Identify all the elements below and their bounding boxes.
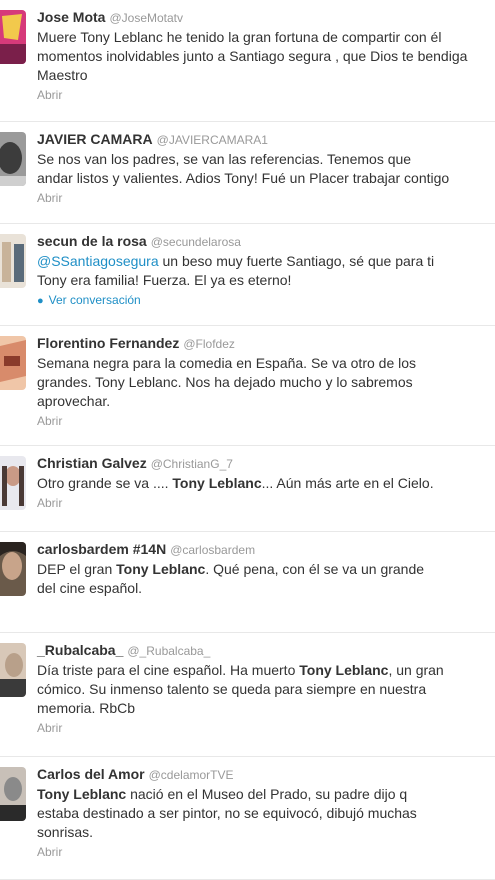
tweet-header: _Rubalcaba_ @_Rubalcaba_ <box>37 641 495 660</box>
speech-bubble-icon: ● <box>37 295 44 307</box>
tweet-text: Tony Leblanc nació en el Museo del Prado… <box>37 785 495 842</box>
highlighted-term: Tony Leblanc <box>116 561 206 577</box>
avatar[interactable] <box>0 336 26 390</box>
tweet-text-segment: Día triste para el cine español. Ha muer… <box>37 662 300 678</box>
tweet-text-line: Otro grande se va .... Tony Leblanc... A… <box>37 474 495 493</box>
open-tweet-link[interactable]: Abrir <box>37 190 495 206</box>
open-tweet-link[interactable]: Abrir <box>37 87 495 103</box>
avatar[interactable] <box>0 10 26 64</box>
tweet-text-line: Semana negra para la comedia en España. … <box>37 355 417 371</box>
tweet-header: secun de la rosa @secundelarosa <box>37 232 495 251</box>
tweet-text-segment: un beso muy fuerte Santiago, sé que para… <box>158 253 435 269</box>
avatar[interactable] <box>0 234 26 288</box>
tweet-header: Florentino Fernandez @Flofdez <box>37 334 495 353</box>
highlighted-term: Tony Leblanc <box>299 662 389 678</box>
user-fullname[interactable]: Jose Mota <box>37 9 105 25</box>
tweet-text: Se nos van los padres, se van las refere… <box>37 150 495 188</box>
tweet-item[interactable]: _Rubalcaba_ @_Rubalcaba_ Día triste para … <box>0 633 495 757</box>
user-fullname[interactable]: _Rubalcaba_ <box>37 642 123 658</box>
tweet-text-segment: . Qué pena, con él se va un grande <box>205 561 425 577</box>
tweet-text-segment: ... Aún más arte en el Cielo. <box>261 475 434 491</box>
tweet-header: carlosbardem #14N @carlosbardem <box>37 540 495 559</box>
tweet-text: @SSantiagosegura un beso muy fuerte Sant… <box>37 252 495 290</box>
open-tweet-link[interactable]: Abrir <box>37 495 495 511</box>
tweet-header: Carlos del Amor @cdelamorTVE <box>37 765 495 784</box>
tweet-text-segment: , un gran <box>388 662 444 678</box>
tweet-text: Muere Tony Leblanc he tenido la gran for… <box>37 28 495 85</box>
user-handle[interactable]: @cdelamorTVE <box>149 768 234 782</box>
mention-link[interactable]: @SSantiagosegura <box>37 253 159 269</box>
user-handle[interactable]: @Flofdez <box>183 337 235 351</box>
tweet-text-line: sonrisas. <box>37 824 94 840</box>
user-handle[interactable]: @ChristianG_7 <box>151 457 233 471</box>
tweet-text-segment: DEP el gran <box>37 561 117 577</box>
tweet-text: Otro grande se va .... Tony Leblanc... A… <box>37 474 495 493</box>
user-fullname[interactable]: JAVIER CAMARA <box>37 131 153 147</box>
open-tweet-link[interactable]: Abrir <box>37 720 495 736</box>
open-tweet-link[interactable]: Abrir <box>37 844 495 860</box>
tweet-text-line: Día triste para el cine español. Ha muer… <box>37 661 495 680</box>
tweet-header: Jose Mota @JoseMotatv <box>37 8 495 27</box>
user-fullname[interactable]: Carlos del Amor <box>37 766 145 782</box>
tweet-text-line: DEP el gran Tony Leblanc. Qué pena, con … <box>37 560 495 579</box>
avatar[interactable] <box>0 132 26 186</box>
tweet-feed: Jose Mota @JoseMotatv Muere Tony Leblanc … <box>0 0 495 880</box>
tweet-item[interactable]: Carlos del Amor @cdelamorTVE Tony Leblanc… <box>0 757 495 880</box>
tweet-text-line: del cine español. <box>37 580 143 596</box>
user-fullname[interactable]: secun de la rosa <box>37 233 147 249</box>
user-fullname[interactable]: Christian Galvez <box>37 455 147 471</box>
user-fullname[interactable]: carlosbardem #14N <box>37 541 166 557</box>
tweet-text-line: momentos inolvidables junto a Santiago s… <box>37 48 468 64</box>
user-handle[interactable]: @carlosbardem <box>170 543 255 557</box>
tweet-item[interactable]: Florentino Fernandez @Flofdez Semana negr… <box>0 326 495 446</box>
tweet-text-line: memoria. RbCb <box>37 700 136 716</box>
tweet-text: DEP el gran Tony Leblanc. Qué pena, con … <box>37 560 495 598</box>
tweet-text: Día triste para el cine español. Ha muer… <box>37 661 495 718</box>
tweet-item[interactable]: JAVIER CAMARA @JAVIERCAMARA1 Se nos van l… <box>0 122 495 224</box>
tweet-item[interactable]: Christian Galvez @ChristianG_7 Otro grand… <box>0 446 495 532</box>
tweet-text-line: andar listos y valientes. Adios Tony! Fu… <box>37 170 450 186</box>
tweet-item[interactable]: secun de la rosa @secundelarosa @SSantiag… <box>0 224 495 326</box>
tweet-text-line: @SSantiagosegura un beso muy fuerte Sant… <box>37 252 495 271</box>
user-fullname[interactable]: Florentino Fernandez <box>37 335 179 351</box>
highlighted-term: Tony Leblanc <box>172 475 262 491</box>
tweet-header: Christian Galvez @ChristianG_7 <box>37 454 495 473</box>
avatar[interactable] <box>0 643 26 697</box>
tweet-text-line: Maestro <box>37 67 88 83</box>
view-conversation-label[interactable]: Ver conversación <box>49 293 141 307</box>
tweet-text-line: Se nos van los padres, se van las refere… <box>37 151 412 167</box>
avatar[interactable] <box>0 542 26 596</box>
highlighted-term: Tony Leblanc <box>37 786 127 802</box>
tweet-item[interactable]: Jose Mota @JoseMotatv Muere Tony Leblanc … <box>0 0 495 122</box>
open-tweet-link[interactable]: Abrir <box>37 413 495 429</box>
tweet-text-line: Tony Leblanc nació en el Museo del Prado… <box>37 785 495 804</box>
tweet-text: Semana negra para la comedia en España. … <box>37 354 495 411</box>
avatar[interactable] <box>0 767 26 821</box>
tweet-text-line: estaba destinado a ser pintor, no se equ… <box>37 805 417 821</box>
tweet-text-line: grandes. Tony Leblanc. Nos ha dejado muc… <box>37 374 413 390</box>
user-handle[interactable]: @JoseMotatv <box>109 11 183 25</box>
tweet-text-line: Muere Tony Leblanc he tenido la gran for… <box>37 29 442 45</box>
user-handle[interactable]: @_Rubalcaba_ <box>127 644 210 658</box>
user-handle[interactable]: @secundelarosa <box>151 235 241 249</box>
tweet-header: JAVIER CAMARA @JAVIERCAMARA1 <box>37 130 495 149</box>
tweet-text-line: Tony era familia! Fuerza. El ya es etern… <box>37 272 292 288</box>
avatar[interactable] <box>0 456 26 510</box>
tweet-text-line: cómico. Su inmenso talento se queda para… <box>37 681 427 697</box>
tweet-text-line: aprovechar. <box>37 393 111 409</box>
user-handle[interactable]: @JAVIERCAMARA1 <box>157 133 268 147</box>
view-conversation-link[interactable]: ● Ver conversación <box>37 292 495 309</box>
tweet-item[interactable]: carlosbardem #14N @carlosbardem DEP el gr… <box>0 532 495 633</box>
tweet-text-segment: Otro grande se va .... <box>37 475 173 491</box>
tweet-text-segment: nació en el Museo del Prado, su padre di… <box>126 786 408 802</box>
